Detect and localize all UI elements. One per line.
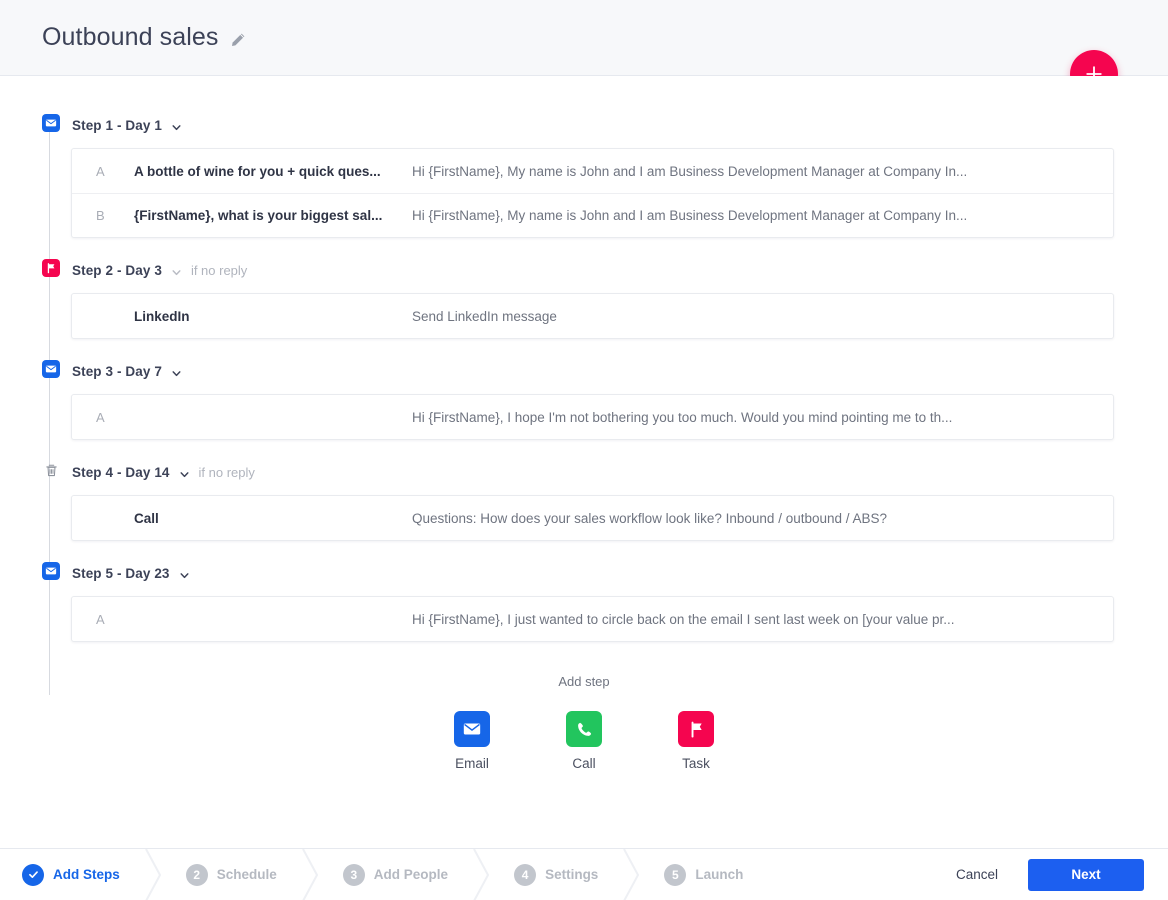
email-icon[interactable] xyxy=(42,114,60,132)
step-label: Step 5 - Day 23 xyxy=(72,565,170,581)
chevron-separator-icon xyxy=(623,848,642,900)
step-header[interactable]: Step 2 - Day 3 if no reply xyxy=(0,259,1168,281)
page-title: Outbound sales xyxy=(42,23,219,51)
sequence-builder-page: Outbound sales Step 1 - Day 1 A A bottle… xyxy=(0,0,1168,900)
chevron-separator-icon xyxy=(144,848,164,900)
sequence-step: Step 3 - Day 7 A Hi {FirstName}, I hope … xyxy=(0,339,1168,440)
envelope-icon xyxy=(454,711,490,747)
email-icon[interactable] xyxy=(42,562,60,580)
flag-icon[interactable] xyxy=(42,259,60,277)
add-email-step-button[interactable]: Email xyxy=(443,711,501,771)
variant-label: A xyxy=(96,611,105,627)
chevron-down-icon[interactable] xyxy=(179,568,190,579)
footer-actions: Cancel Next xyxy=(952,858,1168,891)
sequence-step: Step 2 - Day 3 if no reply LinkedIn Send… xyxy=(0,238,1168,339)
sequence-step: Step 5 - Day 23 A Hi {FirstName}, I just… xyxy=(0,541,1168,642)
step-condition: if no reply xyxy=(190,262,248,278)
step-label: Step 3 - Day 7 xyxy=(72,363,162,379)
variant-label: B xyxy=(96,208,105,223)
trash-icon[interactable] xyxy=(42,461,60,479)
step-label: Step 1 - Day 1 xyxy=(72,117,162,133)
pencil-icon[interactable] xyxy=(230,32,246,48)
wizard-stepper: Add Steps 2 Schedule 3 Add People 4 Sett… xyxy=(0,848,773,900)
table-row[interactable]: A A bottle of wine for you + quick ques.… xyxy=(72,149,1113,193)
next-button[interactable]: Next xyxy=(1028,858,1144,891)
wizard-step-label: Add People xyxy=(373,867,449,882)
wizard-step-label: Launch xyxy=(695,867,744,882)
chevron-separator-icon xyxy=(473,848,492,900)
add-task-step-label: Task xyxy=(682,756,710,771)
email-icon[interactable] xyxy=(42,360,60,378)
step-header[interactable]: Step 5 - Day 23 xyxy=(0,562,1168,584)
table-row[interactable]: B {FirstName}, what is your biggest sal.… xyxy=(72,193,1113,237)
email-preview: Hi {FirstName}, My name is John and I am… xyxy=(412,208,968,223)
table-row[interactable]: A Hi {FirstName}, I just wanted to circl… xyxy=(72,597,1113,641)
add-step-section: Add step Email Call Task xyxy=(0,674,1168,771)
call-preview: Questions: How does your sales workflow … xyxy=(412,510,888,526)
cancel-button[interactable]: Cancel xyxy=(952,861,1002,888)
wizard-step-launch[interactable]: 5 Launch xyxy=(642,849,773,900)
step-header[interactable]: Step 1 - Day 1 xyxy=(0,114,1168,136)
email-preview: Hi {FirstName}, I hope I'm not bothering… xyxy=(412,409,953,425)
table-row[interactable]: A Hi {FirstName}, I hope I'm not botheri… xyxy=(72,395,1113,439)
step-label: Step 2 - Day 3 xyxy=(72,262,162,278)
wizard-step-label: Add Steps xyxy=(53,867,120,882)
wizard-step-label: Settings xyxy=(545,867,599,882)
wizard-step-schedule[interactable]: 2 Schedule xyxy=(164,849,307,900)
step-label: Step 4 - Day 14 xyxy=(72,464,170,480)
chevron-down-icon[interactable] xyxy=(171,265,182,276)
table-row[interactable]: LinkedIn Send LinkedIn message xyxy=(72,294,1113,338)
table-row[interactable]: Call Questions: How does your sales work… xyxy=(72,496,1113,540)
email-subject: {FirstName}, what is your biggest sal... xyxy=(134,208,383,223)
variant-label: A xyxy=(96,409,105,425)
wizard-step-settings[interactable]: 4 Settings xyxy=(492,849,628,900)
wizard-step-number: 5 xyxy=(664,863,687,886)
email-preview: Hi {FirstName}, I just wanted to circle … xyxy=(412,611,955,627)
chevron-down-icon[interactable] xyxy=(179,467,190,478)
wizard-footer: Add Steps 2 Schedule 3 Add People 4 Sett… xyxy=(0,848,1168,900)
sequence-steps-list: Step 1 - Day 1 A A bottle of wine for yo… xyxy=(0,76,1168,848)
step-card: A Hi {FirstName}, I just wanted to circl… xyxy=(71,596,1114,642)
wizard-step-label: Schedule xyxy=(216,867,277,882)
step-header[interactable]: Step 4 - Day 14 if no reply xyxy=(0,461,1168,483)
step-header[interactable]: Step 3 - Day 7 xyxy=(0,360,1168,382)
chevron-separator-icon xyxy=(301,848,321,900)
sequence-step: Step 1 - Day 1 A A bottle of wine for yo… xyxy=(0,76,1168,238)
wizard-step-number: 4 xyxy=(514,863,537,886)
chevron-down-icon[interactable] xyxy=(171,366,182,377)
check-icon xyxy=(22,863,44,886)
phone-icon xyxy=(566,711,602,747)
call-title: Call xyxy=(134,510,159,526)
sequence-step: Step 4 - Day 14 if no reply Call Questio… xyxy=(0,440,1168,541)
add-call-step-label: Call xyxy=(572,756,596,771)
task-preview: Send LinkedIn message xyxy=(412,308,557,324)
task-title: LinkedIn xyxy=(134,308,190,324)
page-title-group: Outbound sales xyxy=(42,21,246,53)
chevron-down-icon[interactable] xyxy=(171,120,182,131)
step-card: Call Questions: How does your sales work… xyxy=(71,495,1114,541)
step-card: A Hi {FirstName}, I hope I'm not botheri… xyxy=(71,394,1114,440)
flag-icon xyxy=(678,711,714,747)
wizard-step-add-people[interactable]: 3 Add People xyxy=(321,849,478,900)
email-preview: Hi {FirstName}, My name is John and I am… xyxy=(412,163,968,179)
wizard-step-number: 3 xyxy=(342,863,365,886)
variant-label: A xyxy=(96,163,105,179)
add-step-title: Add step xyxy=(558,674,610,689)
add-task-step-button[interactable]: Task xyxy=(667,711,725,771)
add-email-step-label: Email xyxy=(455,756,489,771)
add-step-tiles: Email Call Task xyxy=(0,711,1168,771)
wizard-step-number: 2 xyxy=(185,863,208,886)
wizard-step-add-steps[interactable]: Add Steps xyxy=(0,849,150,900)
step-card: LinkedIn Send LinkedIn message xyxy=(71,293,1114,339)
step-condition: if no reply xyxy=(198,464,255,480)
email-subject: A bottle of wine for you + quick ques... xyxy=(134,163,381,179)
add-call-step-button[interactable]: Call xyxy=(555,711,613,771)
step-card: A A bottle of wine for you + quick ques.… xyxy=(71,148,1114,238)
page-header: Outbound sales xyxy=(0,0,1168,76)
